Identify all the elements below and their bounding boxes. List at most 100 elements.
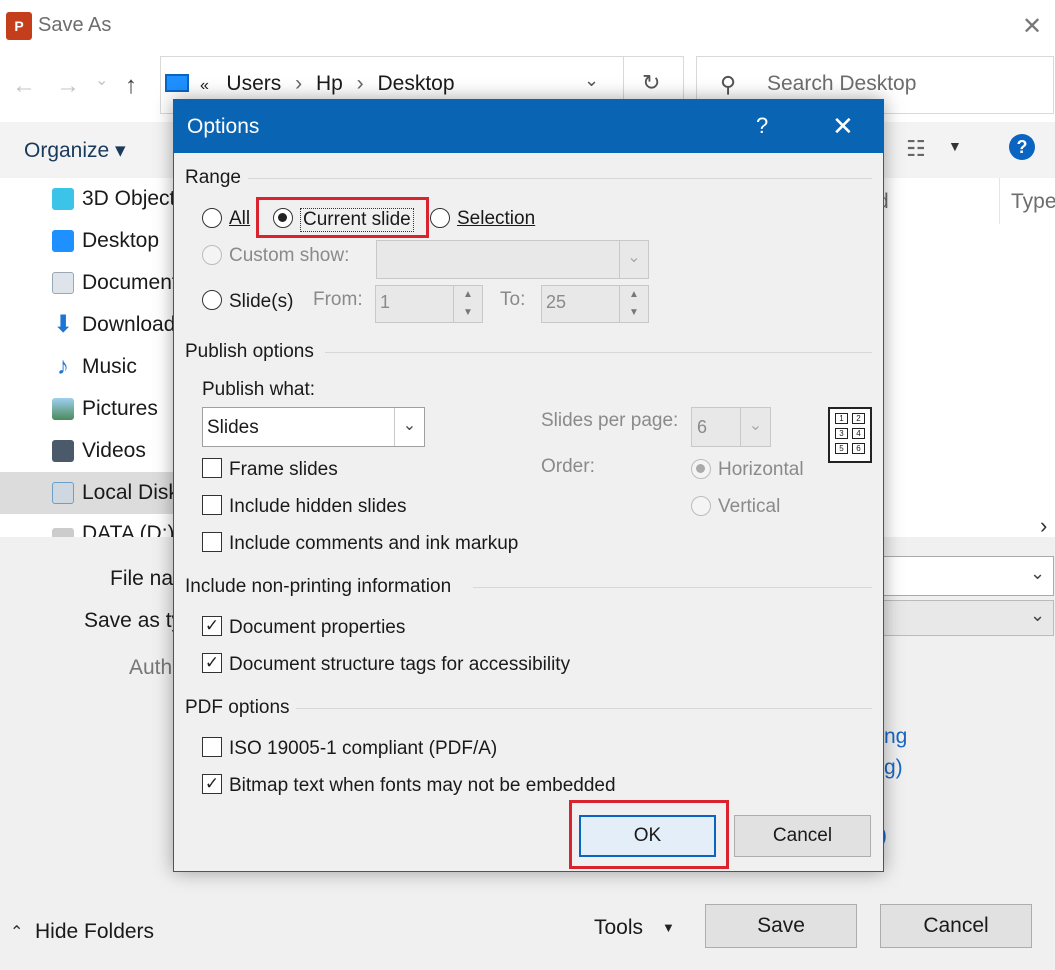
- range-all-radio[interactable]: [202, 208, 222, 228]
- grid-cell: 4: [852, 428, 865, 439]
- save-as-type-select[interactable]: [870, 600, 1054, 636]
- dialog-cancel-button[interactable]: Cancel: [734, 815, 871, 857]
- custom-show-select[interactable]: [376, 240, 649, 279]
- sidebar-item-label: Desktop: [82, 229, 160, 252]
- sidebar-item-label: 3D Objects: [82, 187, 186, 210]
- cancel-button[interactable]: Cancel: [880, 904, 1032, 948]
- sidebar-item-downloads[interactable]: ⬇ Downloads: [0, 304, 186, 346]
- breadcrumb: « Users › Hp › Desktop: [200, 72, 455, 96]
- file-name-dropdown-icon[interactable]: ⌄: [1030, 563, 1045, 584]
- search-icon: ⚲: [720, 72, 737, 97]
- breadcrumb-sep[interactable]: ›: [357, 72, 364, 95]
- frame-slides-checkbox[interactable]: [202, 458, 222, 478]
- bitmap-text-label[interactable]: Bitmap text when fonts may not be embedd…: [229, 775, 616, 797]
- powerpoint-icon: P: [6, 12, 32, 40]
- up-arrow-icon[interactable]: ↑: [125, 72, 137, 100]
- range-selection-radio[interactable]: [430, 208, 450, 228]
- to-value: 25: [546, 292, 567, 312]
- back-arrow-icon[interactable]: ←: [12, 72, 36, 100]
- view-dropdown-icon[interactable]: ▼: [948, 138, 962, 154]
- range-selection-label[interactable]: Selection: [457, 208, 535, 230]
- hide-folders-button[interactable]: Hide Folders: [35, 920, 154, 944]
- tools-dropdown-icon[interactable]: ▼: [662, 920, 675, 935]
- hide-folders-icon[interactable]: ⌃: [10, 922, 23, 942]
- slides-per-page-value: 6: [697, 417, 708, 437]
- comments-label[interactable]: Include comments and ink markup: [229, 533, 518, 555]
- range-slides-label[interactable]: Slide(s): [229, 291, 293, 313]
- document-properties-label[interactable]: Document properties: [229, 617, 405, 639]
- order-vertical-label: Vertical: [718, 496, 781, 517]
- save-type-dropdown-icon[interactable]: ⌄: [1030, 605, 1045, 626]
- 3d-objects-icon: [52, 188, 74, 210]
- iso-compliant-checkbox[interactable]: [202, 737, 222, 757]
- range-all-text: All: [229, 208, 251, 229]
- save-button[interactable]: Save: [705, 904, 857, 948]
- sidebar-item-desktop[interactable]: Desktop: [0, 220, 175, 262]
- forward-arrow-icon[interactable]: →: [56, 72, 80, 100]
- highlight-current-slide: [256, 197, 429, 238]
- sidebar-item-pictures[interactable]: Pictures: [0, 388, 175, 430]
- tools-button[interactable]: Tools: [594, 916, 643, 940]
- hidden-slides-label[interactable]: Include hidden slides: [229, 496, 406, 518]
- sidebar-item-local-disk[interactable]: Local Disk: [0, 472, 179, 514]
- breadcrumb-users[interactable]: Users: [226, 72, 281, 95]
- structure-tags-checkbox[interactable]: ✓: [202, 653, 222, 673]
- sidebar-item-data-drive[interactable]: DATA (D:): [0, 514, 175, 537]
- organize-button[interactable]: Organize ▾: [24, 138, 126, 163]
- frame-slides-label[interactable]: Frame slides: [229, 459, 338, 481]
- document-properties-checkbox[interactable]: ✓: [202, 616, 222, 636]
- dialog-title: Options: [187, 115, 260, 138]
- file-name-field[interactable]: [870, 556, 1054, 596]
- custom-show-dropdown-icon[interactable]: ⌄: [619, 241, 648, 278]
- order-vertical-radio[interactable]: [691, 496, 711, 516]
- sidebar-item-videos[interactable]: Videos: [0, 430, 175, 472]
- breadcrumb-hp[interactable]: Hp: [316, 72, 343, 95]
- order-horizontal-radio[interactable]: [691, 459, 711, 479]
- iso-compliant-label[interactable]: ISO 19005-1 compliant (PDF/A): [229, 738, 497, 760]
- breadcrumb-prefix[interactable]: «: [200, 77, 209, 94]
- breadcrumb-sep[interactable]: ›: [295, 72, 302, 95]
- column-header-type[interactable]: Type: [1011, 190, 1055, 214]
- range-slides-radio[interactable]: [202, 290, 222, 310]
- music-icon: ♪: [57, 353, 69, 380]
- expand-chevron-icon[interactable]: ›: [1040, 513, 1047, 539]
- sidebar-item-3d-objects[interactable]: 3D Objects: [0, 178, 186, 220]
- options-link[interactable]: g): [884, 756, 903, 780]
- help-icon[interactable]: ?: [1009, 134, 1035, 160]
- dialog-close-icon[interactable]: ✕: [832, 111, 854, 142]
- publish-what-dropdown-icon[interactable]: ⌄: [394, 408, 424, 446]
- drive-icon: [52, 528, 74, 537]
- search-input[interactable]: Search Desktop: [767, 72, 916, 96]
- hidden-slides-checkbox[interactable]: [202, 495, 222, 515]
- sidebar-item-music[interactable]: ♪ Music: [0, 346, 175, 388]
- close-icon[interactable]: ✕: [1022, 12, 1042, 41]
- local-disk-icon: [52, 482, 74, 504]
- file-name-label: File nar: [110, 567, 181, 590]
- range-section-title: Range: [185, 167, 241, 188]
- range-all-label[interactable]: All: [229, 208, 250, 230]
- address-dropdown-icon[interactable]: ⌄: [584, 70, 599, 91]
- downloads-icon: ⬇: [52, 311, 74, 338]
- sidebar-item-label: Pictures: [82, 397, 158, 420]
- dialog-help-icon[interactable]: ?: [756, 113, 768, 139]
- column-divider: [999, 178, 1000, 224]
- options-link[interactable]: ng: [884, 725, 907, 749]
- from-label: From:: [313, 289, 363, 310]
- sidebar-item-documents[interactable]: Documents: [0, 262, 188, 304]
- slides-per-page-dropdown-icon[interactable]: ⌄: [740, 408, 770, 446]
- publish-what-value: Slides: [207, 417, 259, 438]
- from-down-icon[interactable]: ▼: [453, 304, 482, 322]
- handout-layout-icon: 1 2 3 4 5 6: [828, 407, 872, 463]
- publish-what-label: Publish what:: [202, 379, 316, 400]
- bitmap-text-checkbox[interactable]: ✓: [202, 774, 222, 794]
- from-up-icon[interactable]: ▲: [453, 286, 482, 304]
- range-custom-show-radio[interactable]: [202, 245, 222, 265]
- refresh-icon[interactable]: ↻: [642, 70, 660, 96]
- comments-checkbox[interactable]: [202, 532, 222, 552]
- structure-tags-label[interactable]: Document structure tags for accessibilit…: [229, 654, 570, 676]
- view-options-icon[interactable]: ☷: [906, 136, 926, 162]
- to-up-icon[interactable]: ▲: [619, 286, 648, 304]
- breadcrumb-desktop[interactable]: Desktop: [378, 72, 455, 95]
- recent-locations-icon[interactable]: ⌄: [95, 70, 108, 90]
- to-down-icon[interactable]: ▼: [619, 304, 648, 322]
